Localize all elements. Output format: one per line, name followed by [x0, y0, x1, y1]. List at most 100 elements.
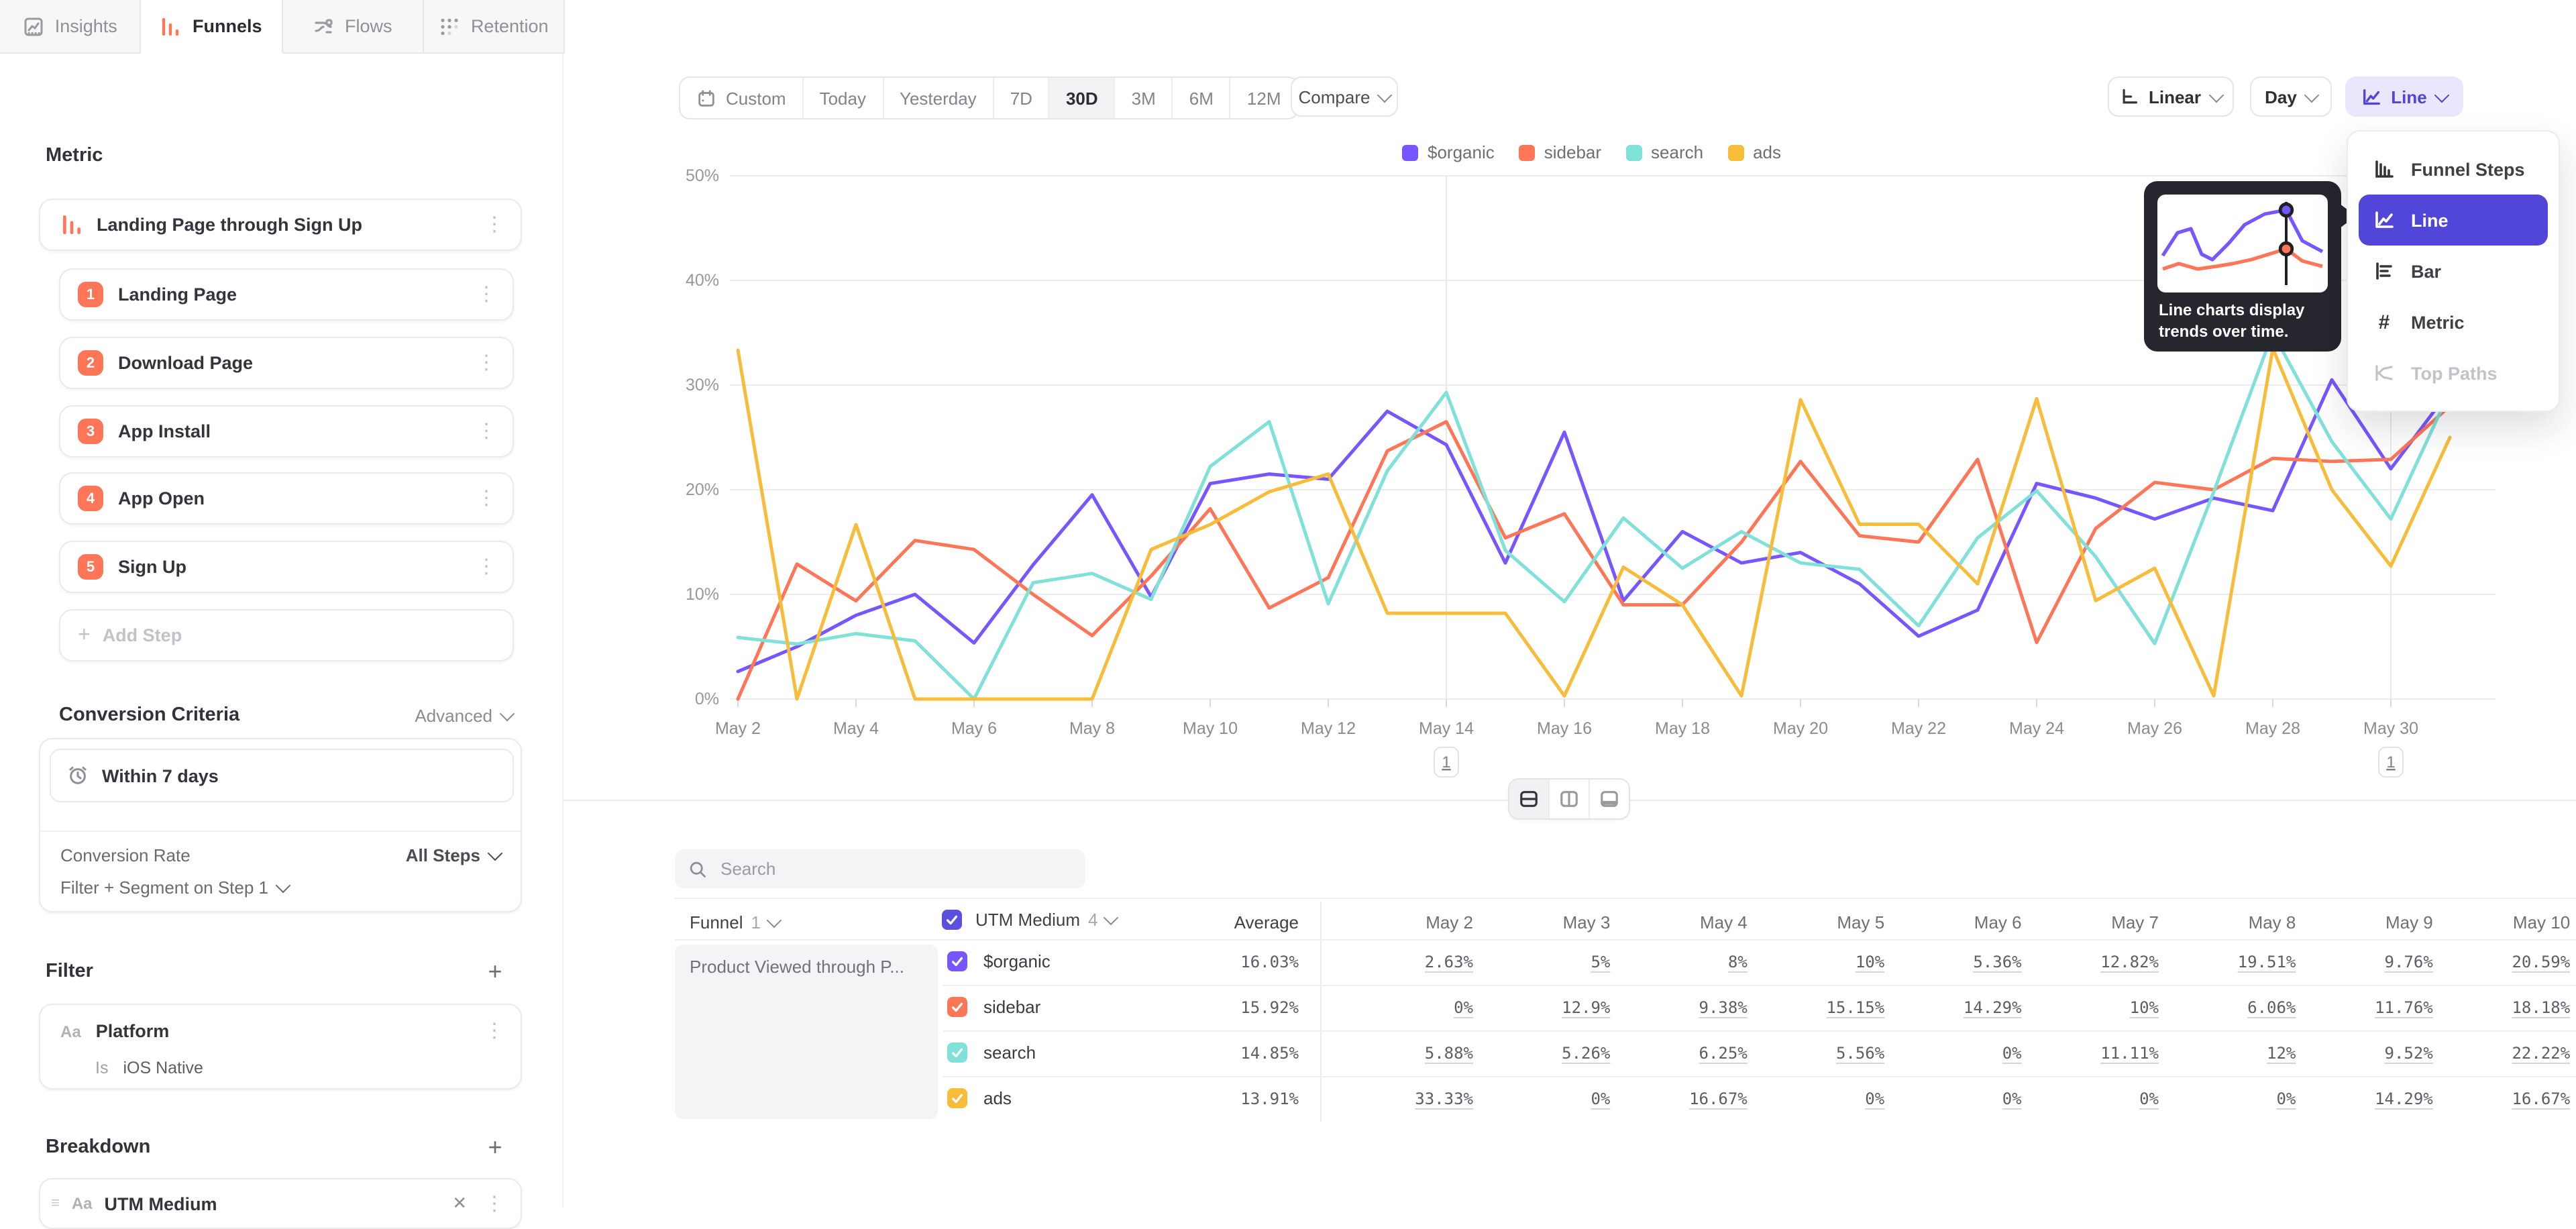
interval-selector[interactable]: Day [2250, 76, 2332, 117]
funnel-step-4[interactable]: 4App Open⋮ [59, 472, 514, 525]
select-all-checkbox[interactable] [942, 910, 962, 930]
cell-value[interactable]: 22.22% [2447, 1044, 2570, 1063]
cell-value[interactable]: 12% [2172, 1044, 2296, 1063]
cell-value[interactable]: 0% [1761, 1089, 1884, 1108]
cell-value[interactable]: 2.63% [1350, 953, 1473, 971]
cell-value[interactable]: 11.11% [2035, 1044, 2159, 1063]
funnel-step-5[interactable]: 5Sign Up⋮ [59, 541, 514, 593]
cell-value[interactable]: 0% [1487, 1089, 1610, 1108]
cell-value[interactable]: 5.36% [1898, 953, 2022, 971]
kebab-menu-icon[interactable]: ⋮ [476, 488, 496, 509]
series-checkbox[interactable] [947, 1043, 967, 1063]
filter-value[interactable]: iOS Native [123, 1059, 203, 1077]
filter-segment-selector[interactable]: Filter + Segment on Step 1 [60, 877, 288, 898]
cell-value[interactable]: 9.52% [2310, 1044, 2433, 1063]
kebab-menu-icon[interactable]: ⋮ [476, 353, 496, 373]
cell-value[interactable]: 16.67% [2447, 1089, 2570, 1108]
series-checkbox[interactable] [947, 997, 967, 1017]
table-row-label-organic[interactable]: $organic [947, 951, 1051, 971]
add-step-button[interactable]: +Add Step [59, 609, 514, 661]
table-row-label-sidebar[interactable]: sidebar [947, 997, 1040, 1017]
cell-value[interactable]: 9.38% [1624, 998, 1748, 1017]
drag-handle-icon[interactable]: ≡ [51, 1195, 60, 1212]
kebab-menu-icon[interactable]: ⋮ [484, 215, 504, 235]
range-3m[interactable]: 3M [1116, 78, 1173, 118]
cell-value[interactable]: 19.51% [2172, 953, 2296, 971]
funnel-step-2[interactable]: 2Download Page⋮ [59, 337, 514, 389]
cell-value[interactable]: 6.06% [2172, 998, 2296, 1017]
cell-value[interactable]: 0% [2172, 1089, 2296, 1108]
menu-item-bar[interactable]: Bar [2359, 246, 2548, 297]
cell-value[interactable]: 20.59% [2447, 953, 2570, 971]
funnel-column-header[interactable]: Funnel1 [690, 912, 780, 932]
range-30d[interactable]: 30D [1050, 78, 1116, 118]
filter-card[interactable]: Aa Platform ⋮ Is iOS Native [39, 1004, 522, 1089]
cell-value[interactable]: 11.76% [2310, 998, 2433, 1017]
cell-value[interactable]: 8% [1624, 953, 1748, 971]
metric-card[interactable]: Landing Page through Sign Up ⋮ [39, 199, 522, 251]
cell-value[interactable]: 10% [1761, 953, 1884, 971]
cell-value[interactable]: 0% [1898, 1044, 2022, 1063]
cell-value[interactable]: 5.26% [1487, 1044, 1610, 1063]
search-input[interactable] [718, 857, 1072, 880]
range-7d[interactable]: 7D [994, 78, 1050, 118]
table-search[interactable] [675, 849, 1085, 888]
add-filter-button[interactable]: + [482, 958, 508, 985]
add-breakdown-button[interactable]: + [482, 1134, 508, 1161]
range-12m[interactable]: 12M [1231, 78, 1297, 118]
cell-value[interactable]: 18.18% [2447, 998, 2570, 1017]
cell-value[interactable]: 14.29% [1898, 998, 2022, 1017]
funnel-step-1[interactable]: 1Landing Page⋮ [59, 268, 514, 321]
cell-value[interactable]: 6.25% [1624, 1044, 1748, 1063]
series-checkbox[interactable] [947, 1088, 967, 1108]
conversion-window[interactable]: Within 7 days [50, 749, 514, 802]
tab-flows[interactable]: Flows [282, 0, 424, 52]
series-checkbox[interactable] [947, 951, 967, 971]
cell-value[interactable]: 5.56% [1761, 1044, 1884, 1063]
chart-type-selector[interactable]: Line [2345, 76, 2463, 117]
kebab-menu-icon[interactable]: ⋮ [476, 421, 496, 441]
cell-value[interactable]: 12.9% [1487, 998, 1610, 1017]
compare-button[interactable]: Compare [1291, 76, 1398, 117]
menu-item-funnel-steps[interactable]: Funnel Steps [2359, 144, 2548, 195]
range-6m[interactable]: 6M [1173, 78, 1231, 118]
table-row-label-ads[interactable]: ads [947, 1088, 1012, 1108]
tab-insights[interactable]: Insights [0, 0, 142, 52]
cell-value[interactable]: 0% [1350, 998, 1473, 1017]
advanced-toggle[interactable]: Advanced [415, 706, 513, 726]
cell-value[interactable]: 33.33% [1350, 1089, 1473, 1108]
cell-value[interactable]: 15.15% [1761, 998, 1884, 1017]
cell-value[interactable]: 16.67% [1624, 1089, 1748, 1108]
kebab-menu-icon[interactable]: ⋮ [484, 1021, 504, 1041]
kebab-menu-icon[interactable]: ⋮ [476, 557, 496, 577]
tab-retention[interactable]: Retention [424, 0, 566, 52]
cell-value[interactable]: 12.82% [2035, 953, 2159, 971]
layout-split-rows-button[interactable] [1509, 780, 1550, 818]
cell-value[interactable]: 0% [2035, 1089, 2159, 1108]
range-yesterday[interactable]: Yesterday [883, 78, 994, 118]
kebab-menu-icon[interactable]: ⋮ [484, 1193, 504, 1214]
layout-bottom-panel-button[interactable] [1590, 780, 1629, 818]
conversion-rate-selector[interactable]: All Steps [406, 845, 500, 865]
cell-value[interactable]: 14.29% [2310, 1089, 2433, 1108]
breakdown-column-header[interactable]: UTM Medium4 [942, 910, 1117, 930]
range-custom[interactable]: Custom [680, 78, 804, 118]
insights-icon [23, 15, 44, 37]
kebab-menu-icon[interactable]: ⋮ [476, 284, 496, 305]
cell-value[interactable]: 5.88% [1350, 1044, 1473, 1063]
range-today[interactable]: Today [804, 78, 883, 118]
table-row-label-search[interactable]: search [947, 1043, 1036, 1063]
menu-item-metric[interactable]: #Metric [2359, 297, 2548, 348]
tab-funnels[interactable]: Funnels [142, 0, 283, 54]
menu-item-line[interactable]: Line [2359, 195, 2548, 246]
scale-selector[interactable]: Linear [2108, 76, 2234, 117]
cell-value[interactable]: 0% [1898, 1089, 2022, 1108]
cell-value[interactable]: 5% [1487, 953, 1610, 971]
cell-value[interactable]: 10% [2035, 998, 2159, 1017]
layout-split-columns-button[interactable] [1550, 780, 1590, 818]
remove-breakdown-icon[interactable]: ✕ [452, 1193, 467, 1214]
funnel-step-3[interactable]: 3App Install⋮ [59, 405, 514, 458]
funnel-name-cell[interactable]: Product Viewed through P... [675, 945, 938, 1119]
breakdown-card[interactable]: ≡ Aa UTM Medium ✕ ⋮ [39, 1178, 522, 1229]
cell-value[interactable]: 9.76% [2310, 953, 2433, 971]
